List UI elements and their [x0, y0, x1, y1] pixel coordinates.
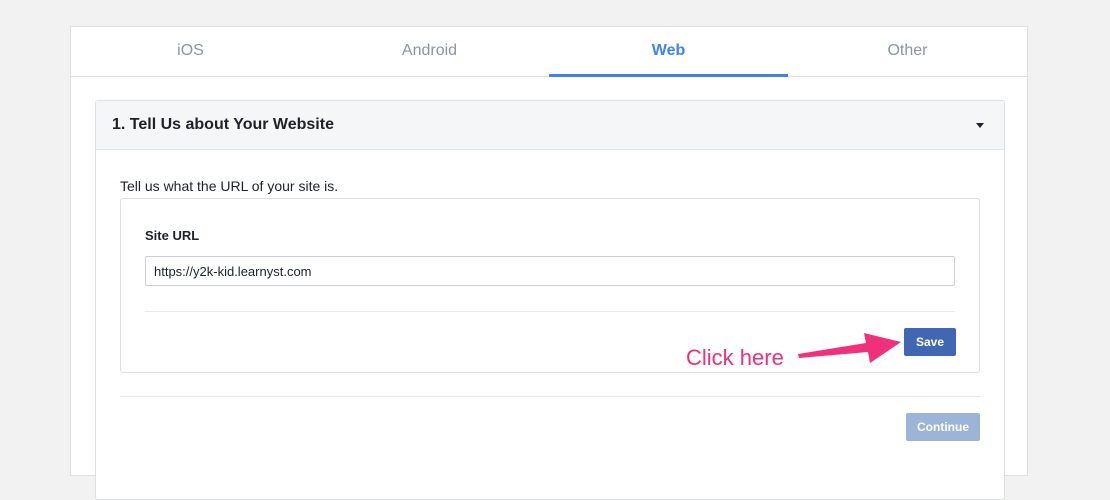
tab-web[interactable]: Web: [549, 27, 788, 77]
caret-down-icon[interactable]: [976, 123, 984, 128]
form-divider: [145, 311, 955, 312]
section-intro-text: Tell us what the URL of your site is.: [120, 178, 339, 194]
section-divider: [120, 396, 980, 397]
tab-other[interactable]: Other: [788, 27, 1027, 76]
website-section-panel: 1. Tell Us about Your Website Tell us wh…: [95, 100, 1005, 500]
section-header[interactable]: 1. Tell Us about Your Website: [96, 101, 1004, 150]
annotation-label: Click here: [686, 345, 784, 370]
site-url-input[interactable]: [145, 256, 955, 286]
platform-tabs: iOS Android Web Other: [71, 27, 1027, 77]
site-url-form: Site URL Save: [120, 198, 980, 373]
tab-ios[interactable]: iOS: [71, 27, 310, 76]
save-button[interactable]: Save: [904, 328, 956, 356]
tab-android[interactable]: Android: [310, 27, 549, 76]
setup-card: iOS Android Web Other 1. Tell Us about Y…: [70, 26, 1028, 500]
section-title: 1. Tell Us about Your Website: [112, 116, 334, 133]
continue-button[interactable]: Continue: [906, 413, 980, 441]
site-url-label: Site URL: [145, 228, 200, 243]
